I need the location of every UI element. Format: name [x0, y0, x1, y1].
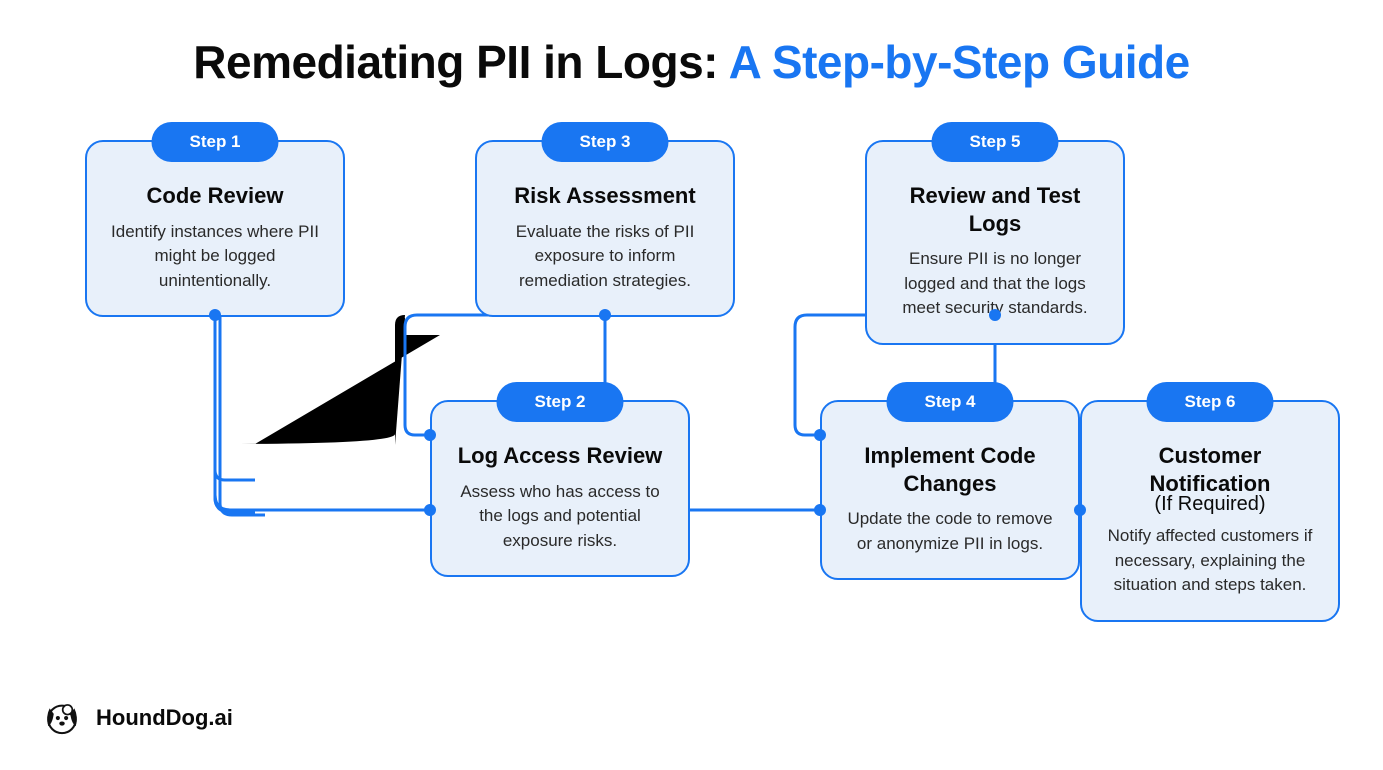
step-diagram: Step 1 Code Review Identify instances wh…: [0, 115, 1383, 655]
brand-name: HoundDog.ai: [96, 705, 233, 731]
step-card-2: Step 2 Log Access Review Assess who has …: [430, 400, 690, 577]
step-title-2: Log Access Review: [450, 442, 670, 470]
connector-dot: [209, 309, 221, 321]
step-title-1: Code Review: [105, 182, 325, 210]
hounddog-logo-icon: [40, 696, 84, 740]
connector-dot: [1074, 504, 1086, 516]
step-subtitle-6: (If Required): [1100, 493, 1320, 516]
step-desc-1: Identify instances where PII might be lo…: [105, 220, 325, 294]
connector-dot: [424, 429, 436, 441]
connector-dot: [814, 504, 826, 516]
title-main: Remediating PII in Logs:: [193, 36, 718, 88]
step-card-3: Step 3 Risk Assessment Evaluate the risk…: [475, 140, 735, 317]
step-title-5: Review and Test Logs: [885, 182, 1105, 237]
step-desc-3: Evaluate the risks of PII exposure to in…: [495, 220, 715, 294]
connector-dot: [424, 504, 436, 516]
step-desc-4: Update the code to remove or anonymize P…: [840, 507, 1060, 556]
step-pill-2: Step 2: [496, 382, 623, 422]
step-title-4: Implement Code Changes: [840, 442, 1060, 497]
step-card-4: Step 4 Implement Code Changes Update the…: [820, 400, 1080, 580]
page-title: Remediating PII in Logs: A Step-by-Step …: [0, 35, 1383, 89]
step-desc-2: Assess who has access to the logs and po…: [450, 480, 670, 554]
step-card-6: Step 6 Customer Notification (If Require…: [1080, 400, 1340, 622]
step-pill-3: Step 3: [541, 122, 668, 162]
connector-dot: [989, 309, 1001, 321]
brand: HoundDog.ai: [40, 696, 233, 740]
step-pill-1: Step 1: [151, 122, 278, 162]
connector-dot: [599, 309, 611, 321]
step-title-6: Customer Notification: [1100, 442, 1320, 497]
step-card-1: Step 1 Code Review Identify instances wh…: [85, 140, 345, 317]
title-accent: A Step-by-Step Guide: [729, 36, 1190, 88]
step-pill-4: Step 4: [886, 382, 1013, 422]
step-title-3: Risk Assessment: [495, 182, 715, 210]
step-desc-6: Notify affected customers if necessary, …: [1100, 524, 1320, 598]
connector-dot: [814, 429, 826, 441]
step-pill-5: Step 5: [931, 122, 1058, 162]
step-pill-6: Step 6: [1146, 382, 1273, 422]
